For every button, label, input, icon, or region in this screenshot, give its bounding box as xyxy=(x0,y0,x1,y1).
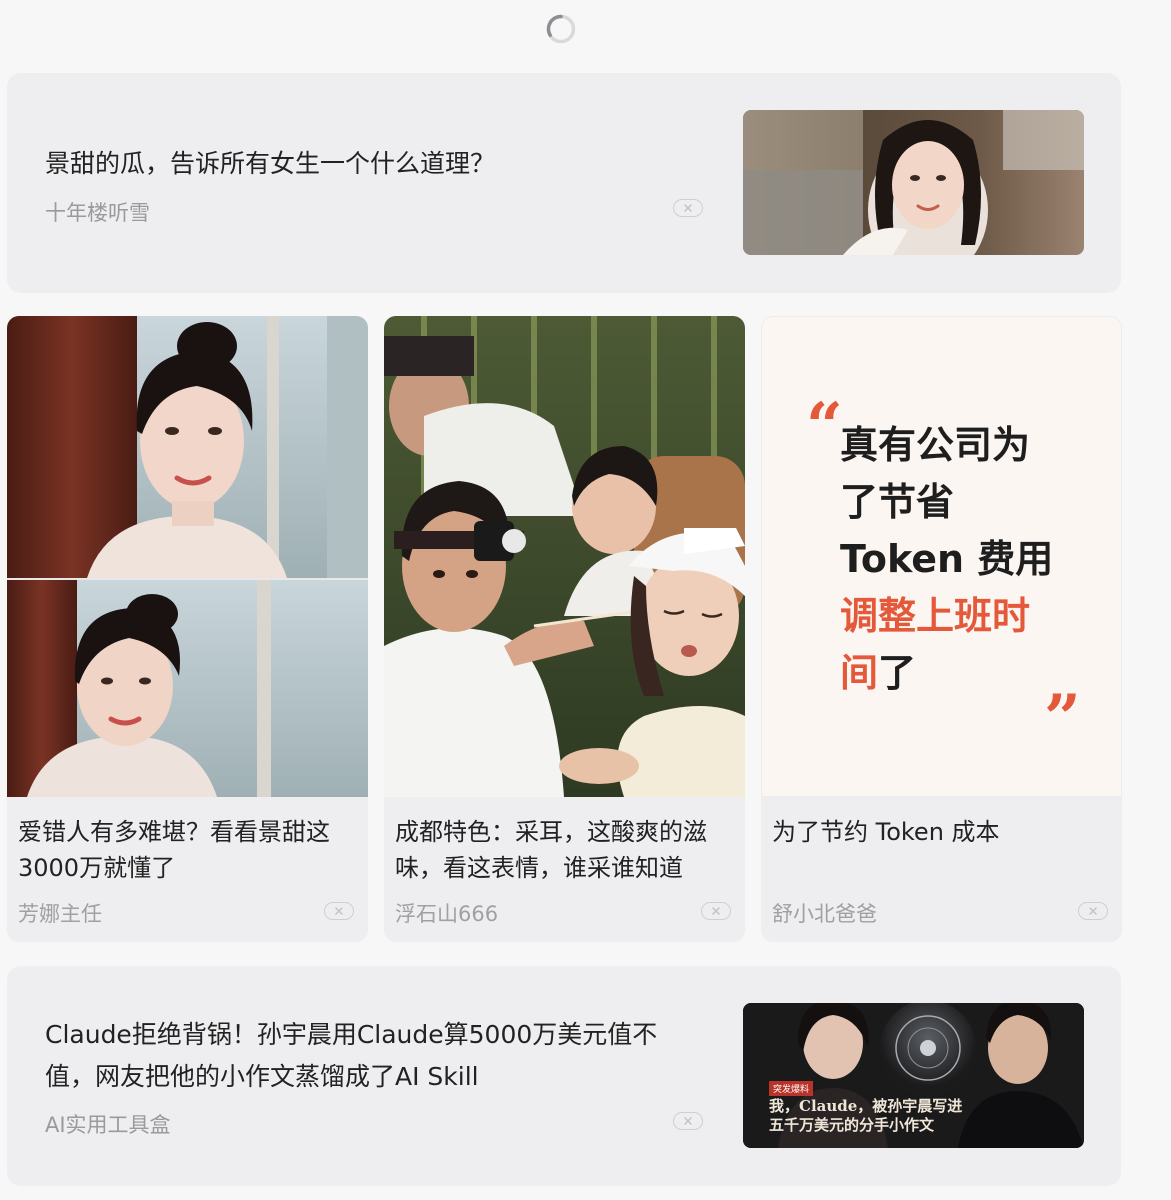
article-thumbnail[interactable] xyxy=(743,110,1084,255)
close-icon xyxy=(684,1117,692,1125)
card-author[interactable]: 舒小北爸爸 xyxy=(772,898,877,928)
dismiss-button[interactable] xyxy=(673,1112,703,1130)
close-icon xyxy=(684,204,692,212)
dismiss-button[interactable] xyxy=(701,902,731,920)
feed-page: 景甜的瓜，告诉所有女生一个什么道理？ 十年楼听雪 爱错人有多难堪？看看景甜这30… xyxy=(0,0,1171,1200)
close-icon xyxy=(335,907,343,915)
feed-card-grid-1[interactable]: 爱错人有多难堪？看看景甜这3000万就懂了 芳娜主任 xyxy=(7,316,368,942)
breaking-news-tag: 突发爆料 xyxy=(769,1081,814,1096)
close-icon xyxy=(1089,907,1097,915)
card-image[interactable] xyxy=(384,316,745,797)
quote-line: 了节省 xyxy=(840,480,955,524)
banner-headline-line: 五千万美元的分手小作文 xyxy=(769,1116,935,1134)
quote-image[interactable]: “ 真有公司为 了节省 Token 费用 调整上班时 间了 ” xyxy=(761,316,1122,797)
card-author[interactable]: 浮石山666 xyxy=(395,898,498,928)
dismiss-button[interactable] xyxy=(324,902,354,920)
card-title[interactable]: 成都特色：采耳，这酸爽的滋味，看这表情，谁采谁知道 xyxy=(395,814,735,886)
quote-line: Token 费用 xyxy=(840,537,1054,581)
feed-card-article[interactable]: Claude拒绝背锅！孙宇晨用Claude算5000万美元值不值，网友把他的小作… xyxy=(7,966,1121,1186)
quote-line: 真有公司为 xyxy=(840,423,1031,467)
card-title[interactable]: 爱错人有多难堪？看看景甜这3000万就懂了 xyxy=(18,814,358,886)
open-quote-mark: “ xyxy=(806,389,843,464)
card-title[interactable]: 为了节约 Token 成本 xyxy=(772,814,1112,850)
quote-text: 真有公司为 了节省 Token 费用 调整上班时 间了 xyxy=(840,417,1080,702)
quote-tail: 了 xyxy=(878,651,917,695)
woman-portrait-image xyxy=(743,110,1084,255)
actress-portrait-image xyxy=(7,316,368,797)
quote-highlight: 间 xyxy=(840,651,879,695)
dismiss-button[interactable] xyxy=(673,199,703,217)
card-image[interactable] xyxy=(7,316,368,797)
article-title[interactable]: Claude拒绝背锅！孙宇晨用Claude算5000万美元值不值，网友把他的小作… xyxy=(45,1014,695,1098)
article-title[interactable]: 景甜的瓜，告诉所有女生一个什么道理？ xyxy=(45,143,695,185)
banner-headline-line: 我，Claude，被孙宇晨写进 xyxy=(769,1097,963,1115)
article-thumbnail[interactable]: 突发爆料 我，Claude，被孙宇晨写进 五千万美元的分手小作文 xyxy=(743,1003,1084,1148)
banner-headline: 我，Claude，被孙宇晨写进 五千万美元的分手小作文 xyxy=(769,1097,962,1135)
ear-cleaning-scene-image xyxy=(384,316,745,797)
close-quote-mark: ” xyxy=(1044,681,1081,756)
close-icon xyxy=(712,907,720,915)
feed-card-article[interactable]: 景甜的瓜，告诉所有女生一个什么道理？ 十年楼听雪 xyxy=(7,73,1121,293)
card-author[interactable]: 芳娜主任 xyxy=(18,898,102,928)
feed-card-grid-3[interactable]: “ 真有公司为 了节省 Token 费用 调整上班时 间了 ” 为了节约 Tok… xyxy=(761,316,1122,942)
feed-card-grid-2[interactable]: 成都特色：采耳，这酸爽的滋味，看这表情，谁采谁知道 浮石山666 xyxy=(384,316,745,942)
article-author[interactable]: 十年楼听雪 xyxy=(45,197,150,227)
dismiss-button[interactable] xyxy=(1078,902,1108,920)
quote-line-highlight: 调整上班时 xyxy=(840,594,1031,638)
article-author[interactable]: AI实用工具盒 xyxy=(45,1109,171,1139)
loading-spinner-icon xyxy=(546,14,576,44)
